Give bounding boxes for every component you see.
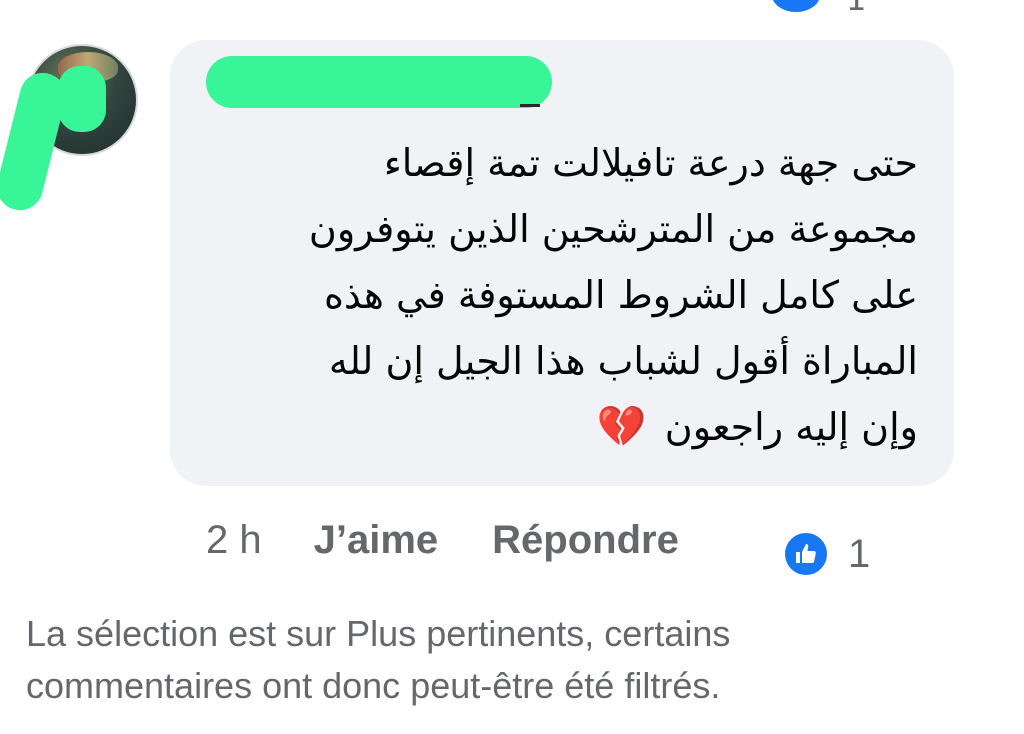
author-name-redaction[interactable] xyxy=(206,56,552,108)
avatar-redaction-2 xyxy=(58,66,106,132)
comment-line-last: وإن إليه راجعون 💔 xyxy=(200,394,918,460)
reaction-summary[interactable]: 1 xyxy=(782,530,870,578)
author-name-fragment xyxy=(520,104,540,107)
comment-line: على كامل الشروط المستوفة في هذه xyxy=(324,273,918,317)
like-button[interactable]: J’aime xyxy=(314,518,439,563)
thumbs-up-icon xyxy=(782,530,830,578)
comment-text: حتى جهة درعة تافيلالت تمة إقصاء مجموعة م… xyxy=(200,130,918,460)
comment-line-text: وإن إليه راجعون xyxy=(664,405,918,449)
comment-line: المباراة أقول لشباب هذا الجيل إن لله xyxy=(328,339,918,383)
comment-line: حتى جهة درعة تافيلالت تمة إقصاء xyxy=(383,141,918,185)
filter-notice: La sélection est sur Plus pertinents, ce… xyxy=(26,613,731,706)
comment-timestamp[interactable]: 2 h xyxy=(206,518,262,563)
top-like-reaction-icon xyxy=(772,0,820,12)
broken-heart-icon: 💔 xyxy=(596,404,647,450)
reaction-count: 1 xyxy=(848,531,871,576)
reply-button[interactable]: Répondre xyxy=(492,518,679,563)
comment-line: مجموعة من المترشحين الذين يتوفرون xyxy=(308,207,918,251)
top-reaction-count: 1 xyxy=(846,0,866,18)
comment-actions: 2 h J’aime Répondre xyxy=(206,510,679,570)
